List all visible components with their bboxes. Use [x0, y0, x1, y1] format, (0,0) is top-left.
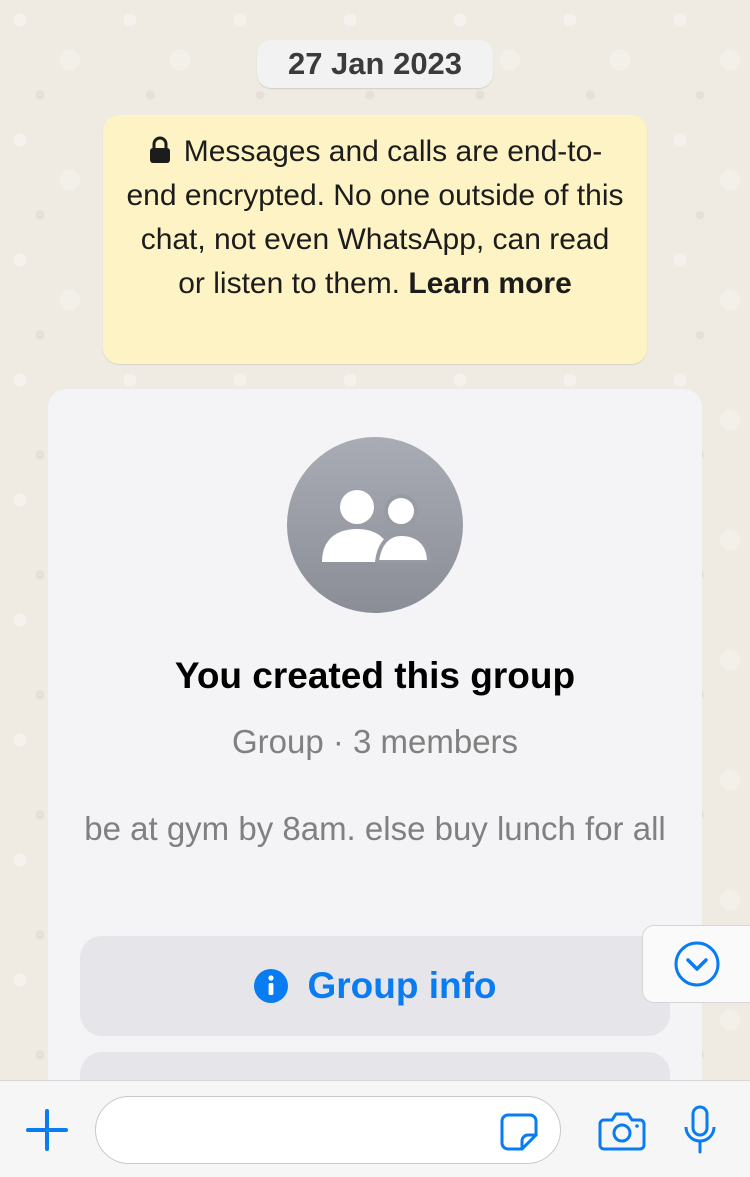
learn-more-link[interactable]: Learn more	[408, 267, 571, 300]
date-label: 27 Jan 2023	[287, 46, 463, 81]
group-secondary-button[interactable]	[80, 1052, 670, 1080]
encryption-notice[interactable]: Messages and calls are end-to-end encryp…	[103, 115, 647, 364]
group-avatar[interactable]	[287, 437, 463, 613]
camera-icon[interactable]	[598, 1111, 646, 1151]
date-separator: 27 Jan 2023	[257, 40, 493, 88]
group-info-label: Group info	[307, 965, 497, 1006]
plus-icon[interactable]	[26, 1109, 68, 1151]
message-input[interactable]	[95, 1096, 561, 1164]
info-icon	[254, 969, 289, 1003]
group-description: be at gym by 8am. else buy lunch for all	[84, 810, 666, 847]
scroll-down-icon	[674, 941, 720, 987]
lock-icon	[149, 136, 170, 163]
message-input-bar	[0, 1080, 750, 1177]
group-created-card: You created this group Group · 3 members…	[48, 389, 702, 1080]
group-info-button[interactable]: Group info	[80, 936, 670, 1036]
chat-background: 27 Jan 2023 Messages and calls are end-t…	[0, 0, 750, 1080]
group-title: You created this group	[174, 655, 576, 696]
group-subtitle: Group · 3 members	[231, 723, 519, 760]
scroll-to-bottom-button[interactable]	[642, 925, 750, 1003]
group-avatar-icon	[322, 490, 431, 563]
sticker-icon[interactable]	[500, 1113, 538, 1151]
microphone-icon[interactable]	[683, 1105, 717, 1155]
